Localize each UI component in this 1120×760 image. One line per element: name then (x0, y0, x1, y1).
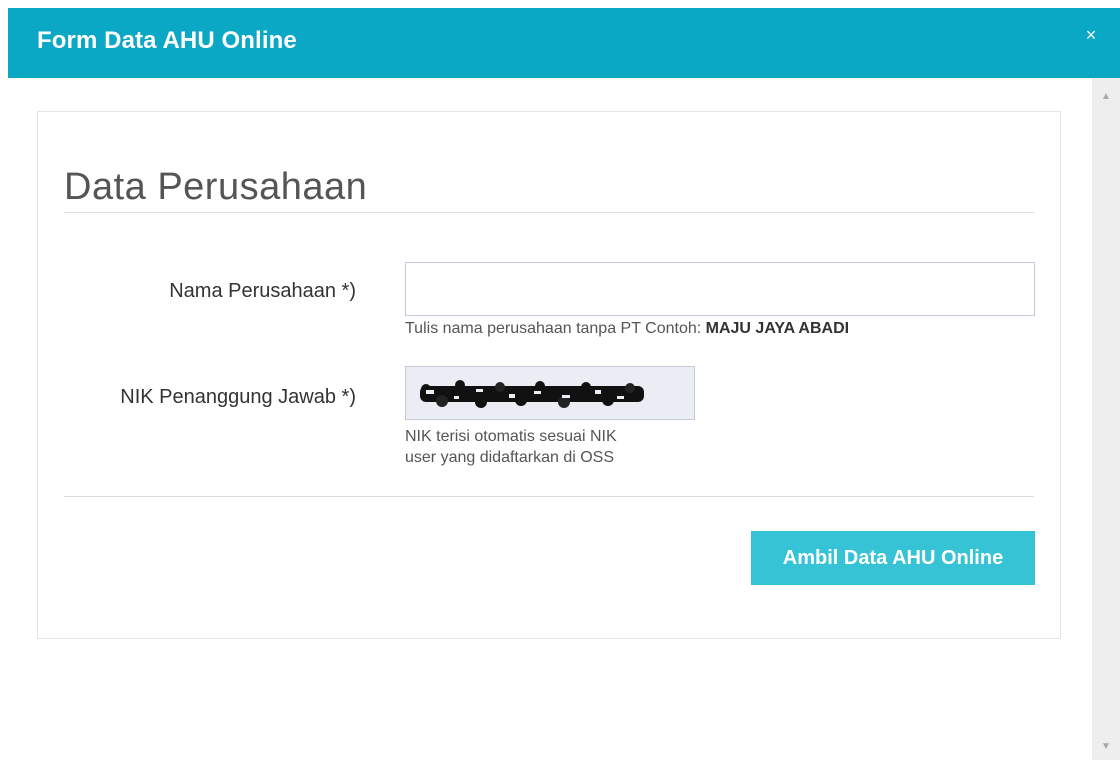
company-name-example: MAJU JAYA ABADI (705, 320, 850, 337)
company-name-label: Nama Perusahaan *) (169, 280, 356, 302)
footer-divider (64, 496, 1034, 497)
company-name-help: Tulis nama perusahaan tanpa PT Contoh: M… (405, 320, 849, 338)
nik-label: NIK Penanggung Jawab *) (120, 386, 356, 408)
section-title: Data Perusahaan (64, 166, 368, 208)
nik-help-line-1: NIK terisi otomatis sesuai NIK (405, 428, 617, 445)
nik-help-line-2: user yang didaftarkan di OSS (405, 449, 615, 466)
nik-readonly-field (405, 366, 695, 420)
scroll-down-arrow-icon[interactable]: ▼ (1092, 738, 1120, 756)
company-data-panel: Data Perusahaan Nama Perusahaan *) Tulis… (37, 111, 1061, 639)
modal-header: Form Data AHU Online × (8, 8, 1120, 78)
close-icon[interactable]: × (1082, 26, 1100, 44)
redacted-nik-value (420, 380, 644, 408)
company-name-help-text: Tulis nama perusahaan tanpa PT Contoh: (405, 320, 706, 337)
title-divider (64, 212, 1034, 213)
company-name-input[interactable] (405, 262, 1035, 316)
modal-title: Form Data AHU Online (37, 27, 297, 54)
scroll-up-arrow-icon[interactable]: ▲ (1092, 88, 1120, 106)
nik-help: NIK terisi otomatis sesuai NIK user yang… (405, 426, 705, 468)
modal-dialog: Form Data AHU Online × ▲ ▼ Data Perusaha… (0, 0, 1120, 760)
get-ahu-data-button[interactable]: Ambil Data AHU Online (751, 531, 1035, 585)
vertical-scrollbar[interactable]: ▲ ▼ (1092, 78, 1120, 760)
